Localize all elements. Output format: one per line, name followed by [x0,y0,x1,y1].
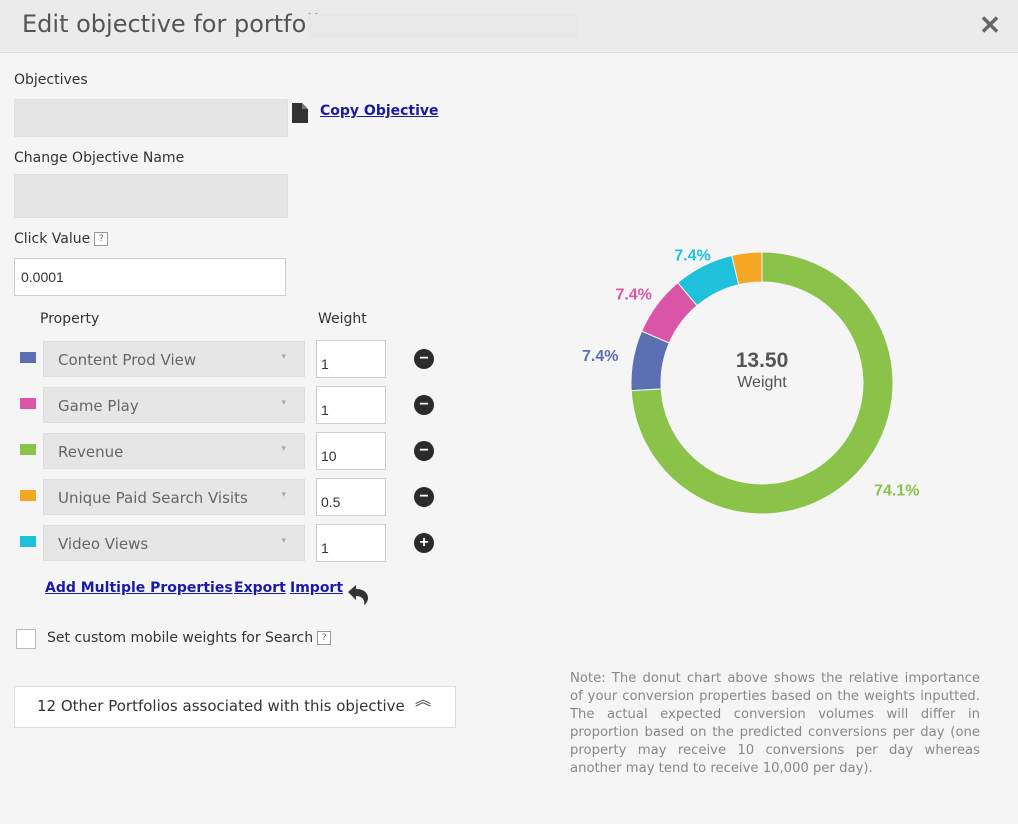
property-name: Revenue [58,443,124,461]
chevron-down-icon: ▾ [281,444,286,454]
chevron-down-icon: ▾ [281,536,286,546]
property-name: Video Views [58,535,149,553]
remove-property-icon[interactable]: − [414,487,434,507]
copy-objective-link[interactable]: Copy Objective [320,103,439,119]
objective-name-field[interactable] [14,174,288,218]
weight-donut-chart: 13.50 Weight 74.1% 7.4% 7.4% 7.4% [582,248,919,515]
property-name: Unique Paid Search Visits [58,489,248,507]
help-icon[interactable]: ? [94,232,109,246]
remove-property-icon[interactable]: − [414,395,434,415]
click-value-input[interactable] [14,258,286,296]
color-swatch [20,444,36,455]
close-icon[interactable]: ✕ [976,11,1004,39]
export-link[interactable]: Export [234,580,286,596]
chevron-down-icon: ▾ [281,398,286,408]
portfolio-name-redacted [308,14,578,38]
objectives-select[interactable] [14,99,288,137]
color-swatch [20,536,36,547]
color-swatch [20,398,36,409]
document-icon [292,103,308,123]
weight-column-header: Weight [318,311,367,327]
chart-center-label: Weight [737,374,787,391]
remove-property-icon[interactable]: − [414,441,434,461]
property-row: Revenue ▾ − [18,432,448,470]
donut-chart-note: Note: The donut chart above shows the re… [570,671,980,776]
property-row: Content Prod View ▾ − [18,340,448,378]
weight-input[interactable] [316,386,386,424]
undo-icon[interactable] [346,584,372,606]
slice-label: 74.1% [874,482,919,499]
chevron-down-icon: ▾ [281,490,286,500]
click-value-text: Click Value [14,231,91,247]
other-portfolios-label: 12 Other Portfolios associated with this… [37,697,405,715]
add-property-icon[interactable]: + [414,533,434,553]
property-select[interactable]: Video Views ▾ [43,525,305,561]
add-multiple-properties-link[interactable]: Add Multiple Properties [45,580,233,596]
chevron-double-up-icon: ︽ [414,690,431,709]
slice-label: 7.4% [582,348,618,365]
weight-input[interactable] [316,340,386,378]
objectives-label: Objectives [14,72,88,88]
weight-input[interactable] [316,432,386,470]
weight-input[interactable] [316,524,386,562]
other-portfolios-button[interactable]: 12 Other Portfolios associated with this… [14,686,456,728]
slice-label: 7.4% [674,248,710,265]
edit-objective-dialog: Edit objective for portfolio ✕ Objective… [0,0,1018,824]
import-link[interactable]: Import [290,580,343,596]
property-name: Content Prod View [58,351,197,369]
property-row: Game Play ▾ − [18,386,448,424]
property-select[interactable]: Revenue ▾ [43,433,305,469]
property-row: Unique Paid Search Visits ▾ − [18,478,448,516]
help-icon[interactable]: ? [317,631,332,645]
dialog-title: Edit objective for portfolio [22,10,335,38]
weight-input[interactable] [316,478,386,516]
color-swatch [20,490,36,501]
property-row: Video Views ▾ + [18,524,448,562]
mobile-weights-label: Set custom mobile weights for Search? [47,630,332,646]
property-select[interactable]: Unique Paid Search Visits ▾ [43,479,305,515]
property-column-header: Property [40,311,100,327]
property-name: Game Play [58,397,139,415]
chart-center-value: 13.50 [736,349,789,372]
mobile-weights-checkbox[interactable] [16,629,36,649]
click-value-label: Click Value? [14,231,109,247]
color-swatch [20,352,36,363]
property-select[interactable]: Game Play ▾ [43,387,305,423]
dialog-header: Edit objective for portfolio ✕ [0,0,1018,53]
slice-label: 7.4% [615,286,651,303]
change-objective-name-label: Change Objective Name [14,150,185,166]
mobile-weights-text: Set custom mobile weights for Search [47,630,314,646]
chevron-down-icon: ▾ [281,352,286,362]
property-select[interactable]: Content Prod View ▾ [43,341,305,377]
remove-property-icon[interactable]: − [414,349,434,369]
